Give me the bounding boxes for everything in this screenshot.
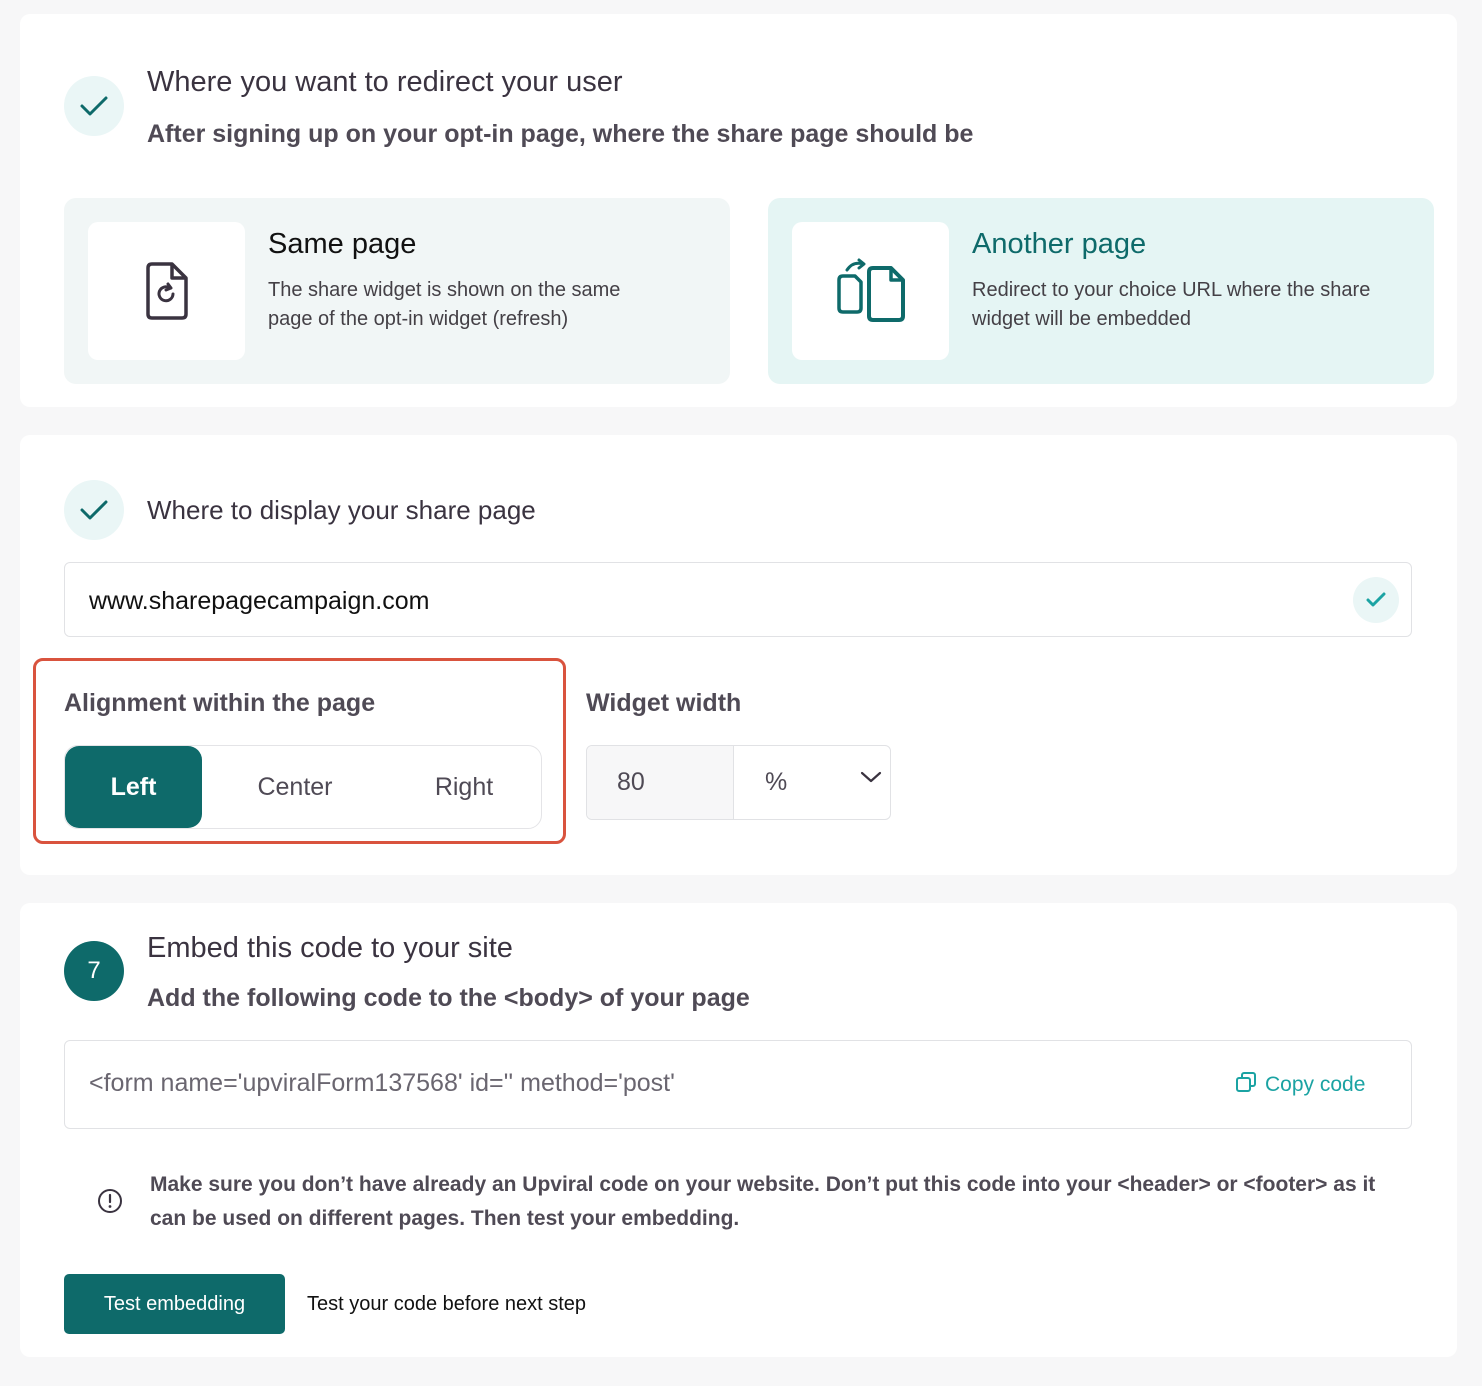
widget-width-label: Widget width xyxy=(586,689,742,717)
option-description: The share widget is shown on the same pa… xyxy=(268,279,621,330)
width-value: 80 xyxy=(617,768,645,796)
redirect-section: Where you want to redirect your user Aft… xyxy=(20,14,1457,407)
align-right-button[interactable]: Right xyxy=(385,746,543,828)
embed-code-field[interactable]: <form name='upviralForm137568' id='' met… xyxy=(64,1040,1412,1129)
section-subtitle: Add the following code to the <body> of … xyxy=(147,984,750,1012)
copy-code-button[interactable]: Copy code xyxy=(1235,1071,1365,1099)
step-complete-check-icon xyxy=(64,480,124,540)
test-hint-text: Test your code before next step xyxy=(307,1293,587,1315)
step-complete-check-icon xyxy=(64,76,124,136)
test-embedding-button[interactable]: Test embedding xyxy=(64,1274,285,1334)
option-description: Redirect to your choice URL where the sh… xyxy=(972,279,1371,330)
embed-section: 7 Embed this code to your site Add the f… xyxy=(20,903,1457,1357)
copy-code-label: Copy code xyxy=(1265,1073,1366,1096)
widget-width-input: 80 % xyxy=(586,745,891,820)
section-subtitle: After signing up on your opt-in page, wh… xyxy=(147,120,974,148)
warning-message: Make sure you don’t have already an Upvi… xyxy=(150,1173,1376,1230)
option-title: Another page xyxy=(972,228,1147,260)
option-title: Same page xyxy=(268,228,417,260)
width-number-field[interactable]: 80 xyxy=(587,746,734,819)
alignment-label: Alignment within the page xyxy=(64,689,376,717)
code-snippet[interactable]: <form name='upviralForm137568' id='' met… xyxy=(89,1069,675,1098)
share-page-url-field[interactable]: www.sharepagecampaign.com xyxy=(64,562,1412,637)
copy-pages-icon xyxy=(792,222,949,360)
chevron-down-icon[interactable] xyxy=(860,770,882,789)
alignment-segmented-control: Left Center Right xyxy=(64,745,542,829)
section-title: Embed this code to your site xyxy=(147,932,513,964)
copy-icon xyxy=(1235,1071,1257,1099)
section-title: Where to display your share page xyxy=(147,495,536,525)
option-same-page[interactable]: Same page The share widget is shown on t… xyxy=(64,198,730,384)
align-left-button[interactable]: Left xyxy=(65,746,202,828)
info-icon xyxy=(97,1188,123,1219)
refresh-document-icon xyxy=(88,222,245,360)
section-title: Where you want to redirect your user xyxy=(147,66,623,98)
url-value[interactable]: www.sharepagecampaign.com xyxy=(89,587,429,616)
display-section: Where to display your share page www.sha… xyxy=(20,435,1457,875)
width-unit-select[interactable]: % xyxy=(765,768,787,797)
option-another-page[interactable]: Another page Redirect to your choice URL… xyxy=(768,198,1434,384)
align-center-button[interactable]: Center xyxy=(215,746,375,828)
step-number-badge: 7 xyxy=(64,941,124,1001)
url-valid-check-icon xyxy=(1353,577,1399,623)
